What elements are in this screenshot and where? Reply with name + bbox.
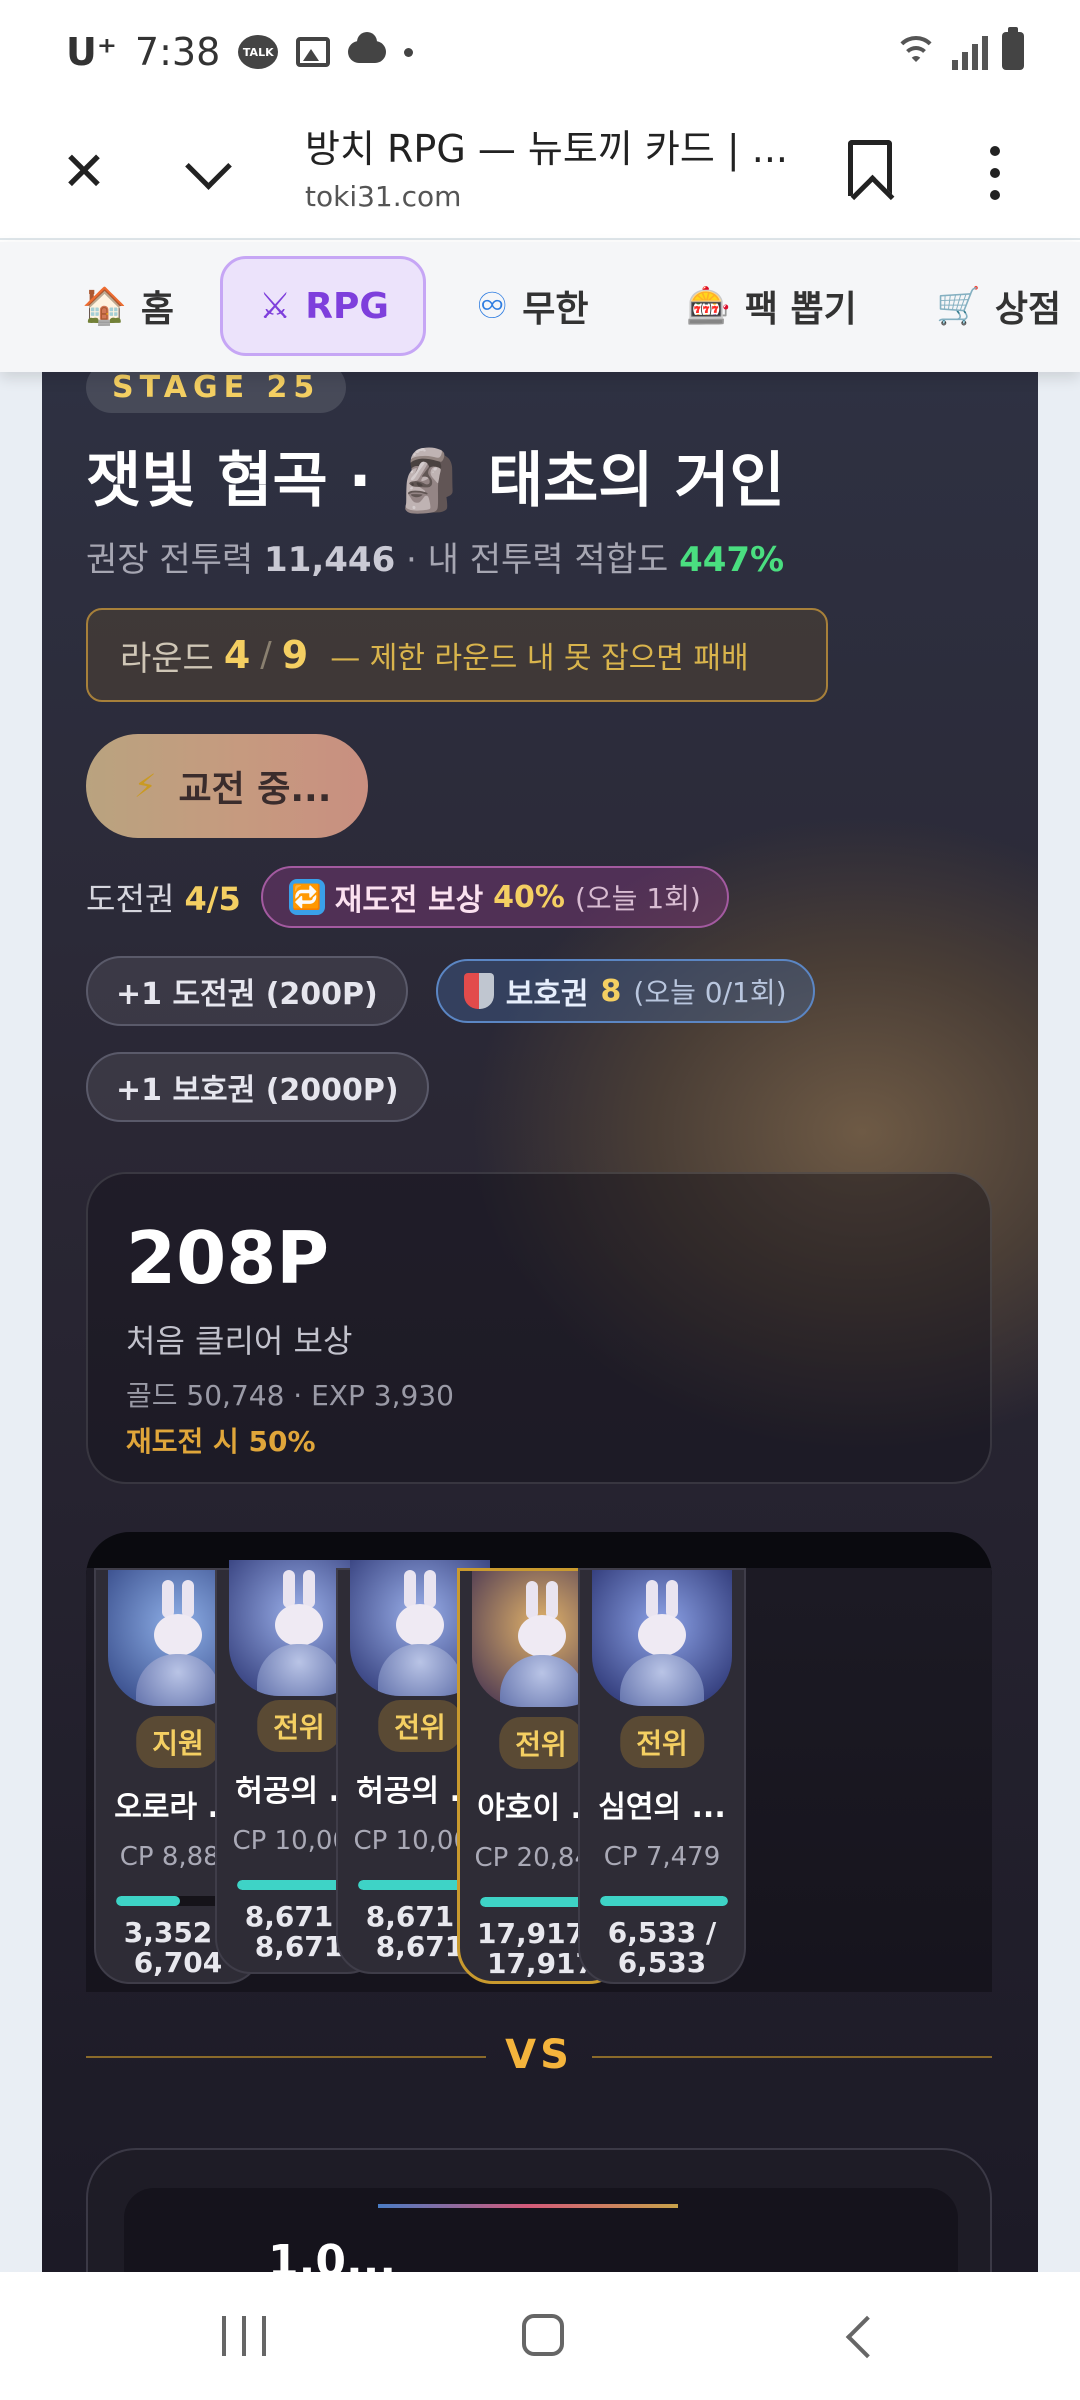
repeat-icon: 🔁 [288,879,325,915]
recommended-power: 권장 전투력 11,446 · 내 전투력 적합도 447% [86,532,784,581]
slot-machine-icon: 🎰 [686,286,731,327]
buy-ticket-button[interactable]: +1 도전권 (200P) [86,956,408,1026]
enemy-number: 1,0... [268,2236,397,2272]
tab-label: RPG [305,285,389,327]
signal-icon [952,34,988,70]
lightning-icon: ⚡ [134,767,157,805]
retry-reward-pct: 40% [493,879,565,915]
tab-label: 팩 뽑기 [744,289,857,330]
tickets-row: 도전권 4/5 🔁 재도전 보상 40% (오늘 1회) [86,866,729,928]
tab-infinite[interactable]: ♾ 무한 [458,256,607,356]
round-total: 9 [281,633,309,677]
reward-card: 208P 처음 클리어 보상 골드 50,748 · EXP 3,930 재도전… [86,1172,992,1484]
shield-label: 보호권 [505,977,589,1012]
tab-shop[interactable]: 🛒 상점 [918,256,1079,356]
reward-points: 208P [126,1216,330,1300]
retry-reward-badge: 🔁 재도전 보상 40% (오늘 1회) [260,866,729,928]
battle-button[interactable]: ⚡ 교전 중... [86,734,368,838]
home-icon[interactable] [522,2314,564,2356]
close-icon[interactable]: ✕ [54,142,114,202]
party-unit-card[interactable]: 전위 심연의 ... CP 7,479 6,533 / 6,533 [578,1568,746,1984]
enemy-card: 1,0... [86,2148,992,2272]
tab-home[interactable]: 🏠 홈 [64,256,192,356]
clock: 7:38 [134,30,221,74]
retry-reward-label: 재도전 보상 [334,883,484,918]
battery-icon [1002,27,1024,70]
stage-badge: STAGE 25 [86,372,347,413]
unit-role-badge: 전위 [257,1700,341,1752]
unit-name: 심연의 ... [598,1790,726,1825]
cloud-icon [348,32,387,63]
battle-button-label: 교전 중... [178,769,332,810]
fit-percentage: 447% [679,540,785,580]
carrier-label: U⁺ [66,30,117,74]
reward-gold-exp: 골드 50,748 · EXP 3,930 [126,1379,454,1412]
round-separator: / [260,635,272,675]
round-current: 4 [223,633,251,677]
unit-role-badge: 전위 [620,1716,704,1768]
unit-role-badge: 전위 [378,1700,462,1752]
shield-icon [463,973,494,1009]
unit-hp-bar [600,1896,728,1906]
tab-label: 상점 [994,289,1062,330]
bookmark-icon[interactable] [848,140,892,196]
vs-divider: VS [86,2032,992,2082]
more-options-icon[interactable] [980,146,1010,200]
infinity-icon: ♾ [476,285,509,327]
back-icon[interactable] [838,2316,878,2356]
browser-toolbar: ✕ 방치 RPG — 뉴토끼 카드 | ... toki31.com [0,110,1080,240]
buy-shield-button[interactable]: +1 보호권 (2000P) [86,1052,429,1122]
tab-rpg[interactable]: ⚔ RPG [220,256,426,356]
unit-hp-text: 6,533 / 6,533 [580,1918,744,1978]
round-indicator: 라운드 4 / 9 — 제한 라운드 내 못 잡으면 패배 [86,608,828,702]
purchase-row: +1 도전권 (200P) 보호권 8 (오늘 0/1회) [86,956,815,1026]
ticket-value: 4/5 [184,880,241,918]
page-title[interactable]: 방치 RPG — 뉴토끼 카드 | ... [305,118,785,173]
unit-role-badge: 전위 [499,1717,583,1769]
kakao-talk-icon: TALK [238,35,279,69]
nav-tabs: 🏠 홈 ⚔ RPG ♾ 무한 🎰 팩 뽑기 🛒 상점 [0,242,1080,372]
stage-panel: STAGE 25 잿빛 협곡 · 🗿 태초의 거인 권장 전투력 11,446 … [42,372,1038,2272]
url-domain[interactable]: toki31.com [305,180,461,213]
retry-reward-today: (오늘 1회) [574,882,701,915]
shield-today: (오늘 0/1회) [633,976,787,1009]
round-label: 라운드 [120,638,214,679]
unit-cp: CP 7,479 [603,1842,721,1872]
enemy-glow-bar [378,2204,678,2208]
notification-dot-icon [404,47,414,57]
unit-hp-current: 6,533 / [607,1916,717,1949]
shield-badge: 보호권 8 (오늘 0/1회) [435,959,815,1023]
recommend-value: 11,446 [264,540,396,580]
party-lineup: 지원 오로라 ... CP 8,883 3,352 / 6,704 전위 허공의… [86,1532,992,1992]
tab-label: 홈 [140,289,174,330]
chevron-down-icon[interactable] [180,142,240,202]
ticket-label: 도전권 [86,880,175,918]
fit-label: · 내 전투력 적합도 [406,540,669,580]
ticket-count: 도전권 4/5 [86,874,241,920]
tab-pack-draw[interactable]: 🎰 팩 뽑기 [668,256,875,356]
round-warning: — 제한 라운드 내 못 잡으면 패배 [330,641,749,676]
crossed-swords-icon: ⚔ [259,285,292,327]
system-nav-bar [0,2272,1080,2400]
unit-hp-max: 6,533 [617,1946,707,1979]
unit-role-badge: 지원 [136,1716,220,1768]
vs-label: VS [505,2032,573,2078]
retry-reward-note: 재도전 시 50% [126,1425,316,1458]
shield-count: 8 [600,973,622,1009]
status-bar: U⁺ 7:38 TALK [0,0,1080,110]
recommend-label: 권장 전투력 [86,540,254,580]
gallery-icon [296,37,331,67]
unit-portrait [592,1570,732,1706]
wifi-icon [894,34,938,70]
enemy-inner-panel [124,2188,958,2272]
recent-apps-icon[interactable] [222,2316,266,2356]
cart-icon: 🛒 [936,286,981,327]
house-icon: 🏠 [82,286,127,327]
stage-title: 잿빛 협곡 · 🗿 태초의 거인 [86,446,785,516]
reward-description: 처음 클리어 보상 [126,1322,353,1360]
tab-label: 무한 [522,289,589,330]
